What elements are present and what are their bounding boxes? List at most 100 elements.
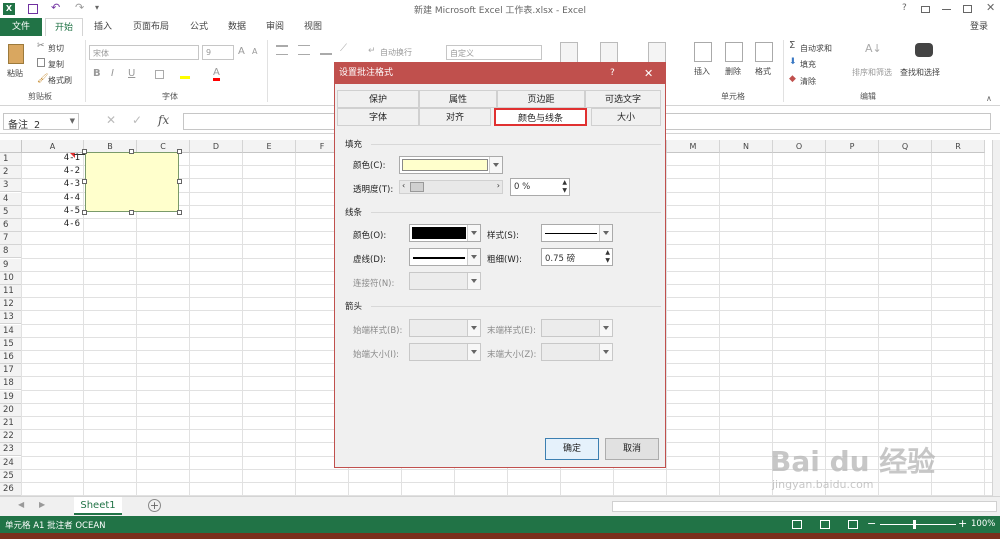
dialog-tab-size[interactable]: 大小 (591, 108, 661, 126)
dropdown-arrow-icon[interactable] (599, 225, 612, 241)
comment-handle[interactable] (82, 179, 87, 184)
spinner-down-icon[interactable]: ▼ (605, 257, 610, 264)
dropdown-arrow-icon[interactable] (489, 157, 502, 173)
row-header[interactable]: 9 (0, 258, 22, 272)
table-format-icon[interactable] (600, 42, 618, 64)
row-header[interactable]: 16 (0, 351, 22, 364)
undo-icon[interactable]: ↶ (51, 1, 60, 14)
comment-handle[interactable] (82, 210, 87, 215)
select-all-corner[interactable] (0, 140, 22, 153)
close-icon[interactable]: ✕ (986, 1, 995, 14)
slider-left-icon[interactable]: ‹ (402, 181, 405, 190)
italic-button[interactable]: I (111, 68, 114, 79)
tab-file[interactable]: 文件 (0, 18, 42, 36)
minimize-icon[interactable] (942, 9, 951, 10)
slider-thumb[interactable] (410, 182, 424, 192)
cancel-entry-icon[interactable]: ✕ (106, 113, 116, 127)
cell-value[interactable]: 4-3 (30, 179, 80, 189)
cut-button[interactable]: 剪切 (48, 43, 64, 54)
dropdown-arrow-icon[interactable] (467, 225, 480, 241)
comment-handle[interactable] (177, 179, 182, 184)
dialog-tab-colors-lines[interactable]: 颜色与线条 (494, 108, 587, 126)
tab-review[interactable]: 审阅 (258, 18, 292, 36)
row-header[interactable]: 8 (0, 245, 22, 259)
horizontal-scrollbar[interactable] (612, 501, 997, 512)
zoom-thumb[interactable] (913, 520, 916, 529)
comment-handle[interactable] (129, 149, 134, 154)
dialog-tab-alt-text[interactable]: 可选文字 (585, 90, 661, 108)
line-style-picker[interactable] (541, 224, 613, 242)
row-header[interactable]: 10 (0, 271, 22, 285)
grow-font-button[interactable]: A (238, 46, 245, 57)
confirm-entry-icon[interactable]: ✓ (132, 113, 142, 127)
row-header[interactable]: 5 (0, 205, 22, 219)
dash-picker[interactable] (409, 248, 481, 266)
comment-handle[interactable] (82, 149, 87, 154)
column-header-d[interactable]: D (190, 140, 243, 153)
shrink-font-button[interactable]: A (252, 47, 257, 56)
cell-value[interactable]: 4-6 (30, 219, 80, 229)
next-sheet-icon[interactable]: ▶ (39, 500, 45, 509)
wrap-text-button[interactable]: 自动换行 (380, 47, 412, 58)
page-break-view-icon[interactable] (848, 520, 858, 529)
row-header[interactable]: 14 (0, 324, 22, 338)
border-icon[interactable] (155, 70, 164, 79)
row-header[interactable]: 6 (0, 219, 22, 232)
zoom-level[interactable]: 100% (971, 519, 995, 529)
vertical-scrollbar[interactable] (992, 140, 1000, 496)
column-header-n[interactable]: N (720, 140, 773, 153)
row-header[interactable]: 13 (0, 311, 22, 325)
tab-insert[interactable]: 插入 (86, 18, 120, 36)
name-box[interactable]: 备注 2 ▼ (3, 113, 79, 131)
zoom-in-icon[interactable]: + (958, 517, 967, 530)
row-header[interactable]: 17 (0, 364, 22, 378)
cell-style-icon[interactable] (648, 42, 666, 64)
tab-page-layout[interactable]: 页面布局 (124, 18, 178, 36)
conditional-format-icon[interactable] (560, 42, 578, 64)
comment-handle[interactable] (177, 210, 182, 215)
find-select-button[interactable]: 查找和选择 (900, 67, 940, 78)
row-header[interactable]: 3 (0, 179, 22, 193)
zoom-slider[interactable] (880, 524, 956, 525)
tab-home[interactable]: 开始 (45, 18, 83, 36)
paste-button[interactable]: 粘贴 (7, 68, 23, 79)
weight-spinner[interactable]: 0.75 磅 ▲ ▼ (541, 248, 613, 266)
dialog-tab-margins[interactable]: 页边距 (497, 90, 585, 108)
clear-button[interactable]: 清除 (800, 76, 816, 87)
add-sheet-icon[interactable]: + (148, 499, 161, 512)
column-header-m[interactable]: M (667, 140, 720, 153)
dialog-tab-properties[interactable]: 属性 (419, 90, 497, 108)
save-icon[interactable] (28, 4, 38, 14)
sort-filter-button[interactable]: 排序和筛选 (852, 67, 892, 78)
row-header[interactable]: 7 (0, 232, 22, 246)
align-bottom-icon[interactable] (320, 45, 332, 55)
row-header[interactable]: 23 (0, 443, 22, 457)
spinner-up-icon[interactable]: ▲ (562, 179, 567, 186)
font-name-combo[interactable]: 宋体 (89, 45, 199, 60)
row-header[interactable]: 22 (0, 430, 22, 444)
column-header-q[interactable]: Q (879, 140, 932, 153)
cell-value[interactable]: 4-2 (30, 166, 80, 176)
tab-formulas[interactable]: 公式 (182, 18, 216, 36)
comment-handle[interactable] (129, 210, 134, 215)
name-box-dropdown-icon[interactable]: ▼ (70, 117, 75, 125)
collapse-ribbon-icon[interactable]: ∧ (986, 94, 992, 103)
insert-function-button[interactable]: fx (158, 113, 169, 127)
underline-button[interactable]: U (128, 68, 135, 79)
maximize-icon[interactable] (963, 5, 972, 13)
font-color-icon[interactable]: A (213, 68, 220, 81)
delete-cells-button[interactable]: 删除 (725, 66, 741, 77)
dropdown-arrow-icon[interactable] (467, 249, 480, 265)
comment-box[interactable] (85, 152, 179, 212)
number-format-combo[interactable]: 自定义 (446, 45, 542, 60)
insert-cells-button[interactable]: 插入 (694, 66, 710, 77)
column-header-a[interactable]: A (22, 140, 84, 153)
row-header[interactable]: 24 (0, 456, 22, 470)
row-header[interactable]: 25 (0, 469, 22, 483)
ok-button[interactable]: 确定 (545, 438, 599, 460)
redo-icon[interactable]: ↷ (75, 1, 84, 14)
login-link[interactable]: 登录 (962, 18, 996, 36)
comment-handle[interactable] (177, 149, 182, 154)
align-middle-icon[interactable] (298, 45, 310, 55)
quick-access-customize-icon[interactable]: ▾ (95, 3, 99, 12)
